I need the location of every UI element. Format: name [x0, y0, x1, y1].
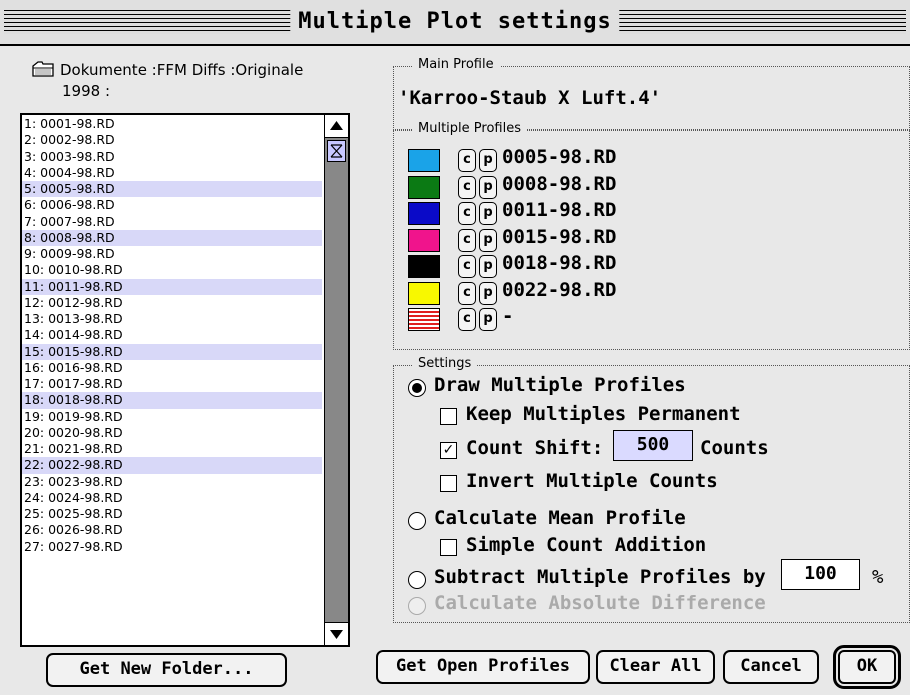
- draw-multiple-radio[interactable]: [408, 379, 426, 397]
- keep-permanent-checkbox[interactable]: [440, 408, 457, 425]
- list-item[interactable]: 1: 0001-98.RD: [22, 116, 322, 132]
- clear-all-button[interactable]: Clear All: [596, 650, 715, 684]
- multiple-profiles-group: Multiple Profiles c p 0005-98.RD c p 0008-98.…: [393, 121, 910, 350]
- abs-diff-radio: [408, 597, 426, 615]
- p-button[interactable]: p: [479, 202, 497, 225]
- list-item[interactable]: 2: 0002-98.RD: [22, 132, 322, 148]
- color-swatch[interactable]: [408, 149, 440, 172]
- file-list[interactable]: 1: 0001-98.RD 2: 0002-98.RD 3: 0003-98.RD 4…: [20, 113, 350, 647]
- list-item[interactable]: 5: 0005-98.RD: [22, 181, 322, 198]
- profile-name: 0008-98.RD: [502, 172, 617, 195]
- get-new-folder-button[interactable]: Get New Folder...: [46, 653, 287, 687]
- draw-multiple-label[interactable]: Draw Multiple Profiles: [434, 374, 686, 396]
- main-profile-value: 'Karroo-Staub X Luft.4': [398, 87, 662, 109]
- c-button[interactable]: c: [458, 175, 476, 199]
- list-item[interactable]: 9: 0009-98.RD: [22, 246, 322, 262]
- count-shift-field[interactable]: 500: [613, 430, 693, 461]
- p-button[interactable]: p: [479, 228, 497, 252]
- scroll-down-arrow-icon[interactable]: [325, 622, 348, 645]
- invert-counts-checkbox[interactable]: [440, 475, 457, 492]
- count-shift-checkbox[interactable]: ✓: [440, 442, 457, 459]
- list-item[interactable]: 23: 0023-98.RD: [22, 474, 322, 490]
- c-button[interactable]: c: [458, 255, 476, 278]
- calc-mean-radio[interactable]: [408, 512, 426, 530]
- calc-mean-label[interactable]: Calculate Mean Profile: [434, 507, 686, 529]
- list-item[interactable]: 22: 0022-98.RD: [22, 457, 322, 474]
- main-profile-legend: Main Profile: [412, 57, 500, 72]
- color-swatch[interactable]: [408, 228, 440, 252]
- folder-path-line2: 1998 :: [62, 82, 110, 100]
- list-item[interactable]: 10: 0010-98.RD: [22, 262, 322, 278]
- list-item[interactable]: 16: 0016-98.RD: [22, 360, 322, 376]
- profile-name: -: [502, 305, 514, 327]
- list-item[interactable]: 8: 0008-98.RD: [22, 229, 322, 246]
- ok-button[interactable]: OK: [833, 645, 901, 689]
- list-item[interactable]: 18: 0018-98.RD: [22, 392, 322, 409]
- folder-path-line1: Dokumente :FFM Diffs :Originale: [60, 61, 304, 79]
- counts-label: Counts: [700, 437, 769, 459]
- file-list-items: 1: 0001-98.RD 2: 0002-98.RD 3: 0003-98.RD 4…: [22, 116, 322, 555]
- profile-name: 0015-98.RD: [502, 225, 617, 248]
- file-list-scrollbar[interactable]: [324, 115, 348, 645]
- c-button[interactable]: c: [458, 228, 476, 252]
- color-swatch[interactable]: [408, 281, 440, 305]
- title-bar[interactable]: Multiple Plot settings: [0, 0, 910, 46]
- p-button[interactable]: p: [479, 308, 497, 331]
- percent-label: %: [872, 566, 884, 588]
- get-open-profiles-button[interactable]: Get Open Profiles: [376, 650, 590, 684]
- list-item[interactable]: 20: 0020-98.RD: [22, 425, 322, 441]
- list-item[interactable]: 24: 0024-98.RD: [22, 490, 322, 506]
- settings-legend: Settings: [412, 356, 478, 371]
- profile-name: 0018-98.RD: [502, 252, 617, 274]
- list-item[interactable]: 15: 0015-98.RD: [22, 343, 322, 360]
- keep-permanent-label[interactable]: Keep Multiples Permanent: [466, 403, 741, 425]
- c-button[interactable]: c: [458, 308, 476, 331]
- color-swatch[interactable]: [408, 308, 440, 331]
- subtract-field[interactable]: 100: [781, 559, 860, 590]
- simple-addition-checkbox[interactable]: [440, 539, 457, 556]
- color-swatch[interactable]: [408, 175, 440, 199]
- multiple-profiles-legend: Multiple Profiles: [412, 121, 527, 136]
- list-item[interactable]: 6: 0006-98.RD: [22, 197, 322, 213]
- subtract-label[interactable]: Subtract Multiple Profiles by: [434, 566, 766, 588]
- list-item[interactable]: 27: 0027-98.RD: [22, 539, 322, 555]
- folder-icon: [30, 60, 56, 78]
- list-item[interactable]: 7: 0007-98.RD: [22, 214, 322, 230]
- list-item[interactable]: 13: 0013-98.RD: [22, 311, 322, 327]
- c-button[interactable]: c: [458, 202, 476, 225]
- scroll-up-arrow-icon[interactable]: [325, 115, 348, 138]
- c-button[interactable]: c: [458, 149, 476, 172]
- list-item[interactable]: 17: 0017-98.RD: [22, 376, 322, 392]
- window-title: Multiple Plot settings: [290, 8, 620, 36]
- simple-addition-label[interactable]: Simple Count Addition: [466, 534, 706, 556]
- abs-diff-label: Calculate Absolute Difference: [434, 592, 766, 614]
- p-button[interactable]: p: [479, 149, 497, 172]
- list-item[interactable]: 4: 0004-98.RD: [22, 165, 322, 181]
- settings-group: Settings Draw Multiple Profiles Keep Mul…: [393, 356, 910, 623]
- profile-name: 0005-98.RD: [502, 146, 617, 168]
- list-item[interactable]: 19: 0019-98.RD: [22, 409, 322, 425]
- profile-name: 0022-98.RD: [502, 278, 617, 301]
- p-button[interactable]: p: [479, 255, 497, 278]
- invert-counts-label[interactable]: Invert Multiple Counts: [466, 470, 718, 492]
- count-shift-label[interactable]: Count Shift:: [466, 437, 603, 459]
- folder-path: Dokumente :FFM Diffs :Originale 1998 :: [30, 60, 303, 102]
- list-item[interactable]: 14: 0014-98.RD: [22, 327, 322, 343]
- list-item[interactable]: 25: 0025-98.RD: [22, 506, 322, 522]
- list-item[interactable]: 3: 0003-98.RD: [22, 149, 322, 165]
- scroll-thumb[interactable]: [327, 140, 346, 162]
- cancel-button[interactable]: Cancel: [723, 650, 819, 684]
- list-item[interactable]: 11: 0011-98.RD: [22, 278, 322, 295]
- list-item[interactable]: 21: 0021-98.RD: [22, 441, 322, 457]
- c-button[interactable]: c: [458, 281, 476, 305]
- color-swatch[interactable]: [408, 202, 440, 225]
- subtract-radio[interactable]: [408, 571, 426, 589]
- p-button[interactable]: p: [479, 175, 497, 199]
- profile-name: 0011-98.RD: [502, 199, 617, 221]
- p-button[interactable]: p: [479, 281, 497, 305]
- color-swatch[interactable]: [408, 255, 440, 278]
- list-item[interactable]: 26: 0026-98.RD: [22, 522, 322, 538]
- list-item[interactable]: 12: 0012-98.RD: [22, 295, 322, 311]
